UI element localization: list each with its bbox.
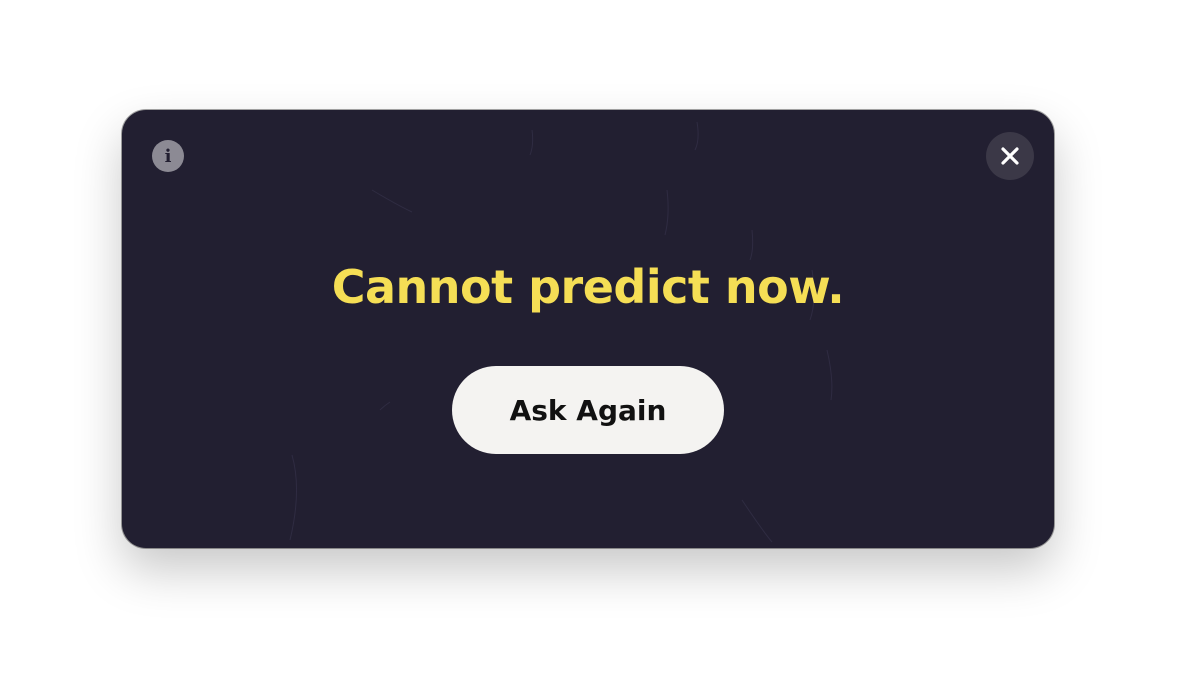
- info-button[interactable]: i: [152, 140, 184, 172]
- info-icon: i: [164, 145, 172, 167]
- page-backdrop: i Cannot predict now. Ask Again: [0, 0, 1178, 684]
- answer-dialog: i Cannot predict now. Ask Again: [122, 110, 1054, 548]
- close-icon: [1001, 147, 1019, 165]
- close-button[interactable]: [986, 132, 1034, 180]
- scratch-texture: [289, 121, 833, 543]
- answer-text: Cannot predict now.: [331, 260, 845, 314]
- ask-again-button[interactable]: Ask Again: [452, 366, 724, 454]
